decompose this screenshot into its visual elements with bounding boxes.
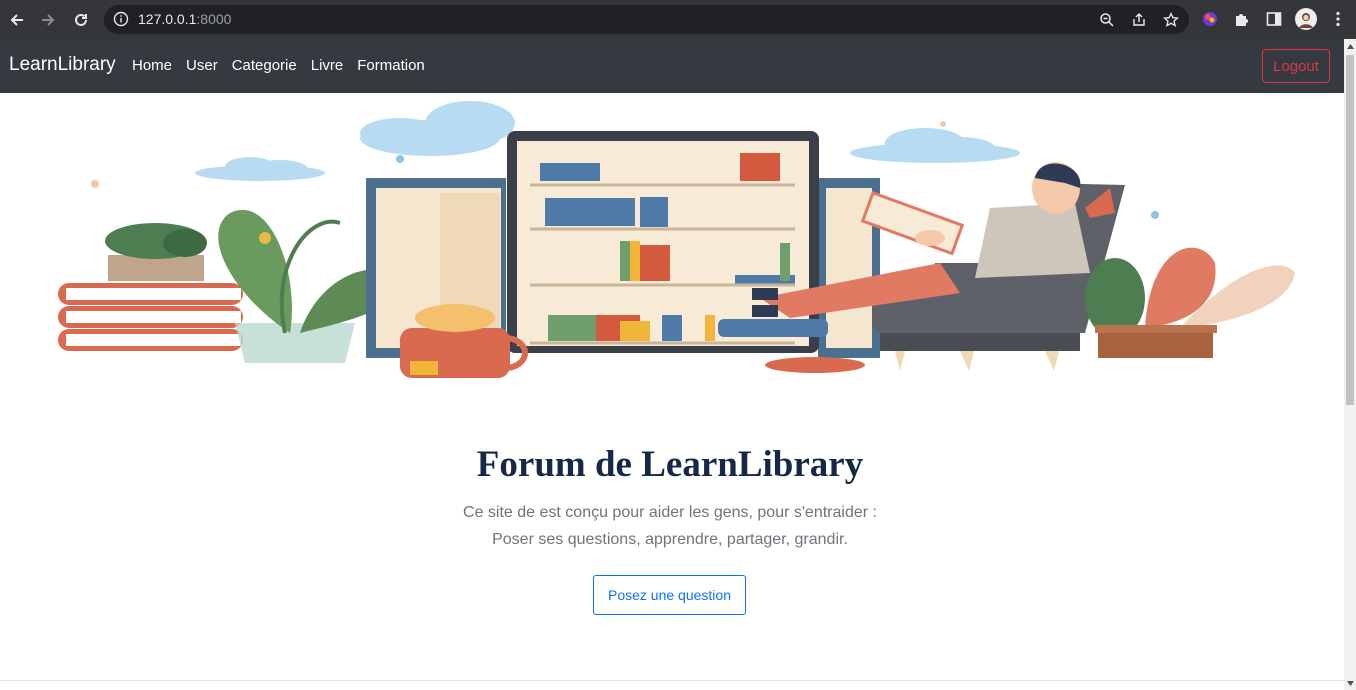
forward-button[interactable] xyxy=(32,4,64,36)
nav-link-user[interactable]: User xyxy=(186,57,218,74)
ask-question-button[interactable]: Posez une question xyxy=(593,575,746,615)
hero-illustration xyxy=(0,93,1344,413)
nav-link-home[interactable]: Home xyxy=(132,57,172,74)
browser-toolbar: 127.0.0.1:8000 xyxy=(0,0,1356,39)
nav-link-formation[interactable]: Formation xyxy=(357,57,425,74)
scrollbar-thumb[interactable] xyxy=(1346,55,1354,405)
main-navbar: LearnLibrary Home User Categorie Livre F… xyxy=(0,39,1344,93)
logout-button[interactable]: Logout xyxy=(1262,49,1330,83)
nav-link-categorie[interactable]: Categorie xyxy=(232,57,297,74)
subtitle-line-1: Ce site de est conçu pour aider les gens… xyxy=(463,504,877,521)
nav-links: Home User Categorie Livre Formation xyxy=(132,57,439,74)
reload-button[interactable] xyxy=(65,4,97,36)
side-panel-icon[interactable] xyxy=(1262,7,1286,31)
kebab-menu-icon[interactable] xyxy=(1326,7,1350,31)
back-button[interactable] xyxy=(1,4,33,36)
extension-colorful-icon[interactable] xyxy=(1198,7,1222,31)
scroll-down-arrow-icon[interactable] xyxy=(1344,676,1356,690)
profile-avatar[interactable] xyxy=(1294,7,1318,31)
info-icon[interactable] xyxy=(113,11,129,27)
page-title: Forum de LearnLibrary xyxy=(476,444,864,485)
url-host: 127.0.0.1 xyxy=(138,11,197,27)
arrow-left-icon xyxy=(10,14,23,26)
share-icon[interactable] xyxy=(1127,9,1151,31)
url-text: 127.0.0.1:8000 xyxy=(138,11,231,27)
zoom-icon[interactable] xyxy=(1095,9,1119,31)
nav-link-livre[interactable]: Livre xyxy=(311,57,344,74)
url-port: :8000 xyxy=(196,11,232,27)
star-icon[interactable] xyxy=(1159,9,1183,31)
library-reading-illustration xyxy=(58,101,1295,378)
arrow-right-icon xyxy=(42,14,55,26)
reload-icon xyxy=(75,13,87,26)
section-divider xyxy=(0,680,1344,681)
subtitle-line-2: Poser ses questions, apprendre, partager… xyxy=(492,531,848,548)
scroll-up-arrow-icon[interactable] xyxy=(1344,39,1356,53)
address-bar[interactable]: 127.0.0.1:8000 xyxy=(104,5,1189,34)
page-scrollbar[interactable] xyxy=(1344,39,1356,690)
brand-logo[interactable]: LearnLibrary xyxy=(9,54,116,76)
puzzle-icon[interactable] xyxy=(1230,7,1254,31)
